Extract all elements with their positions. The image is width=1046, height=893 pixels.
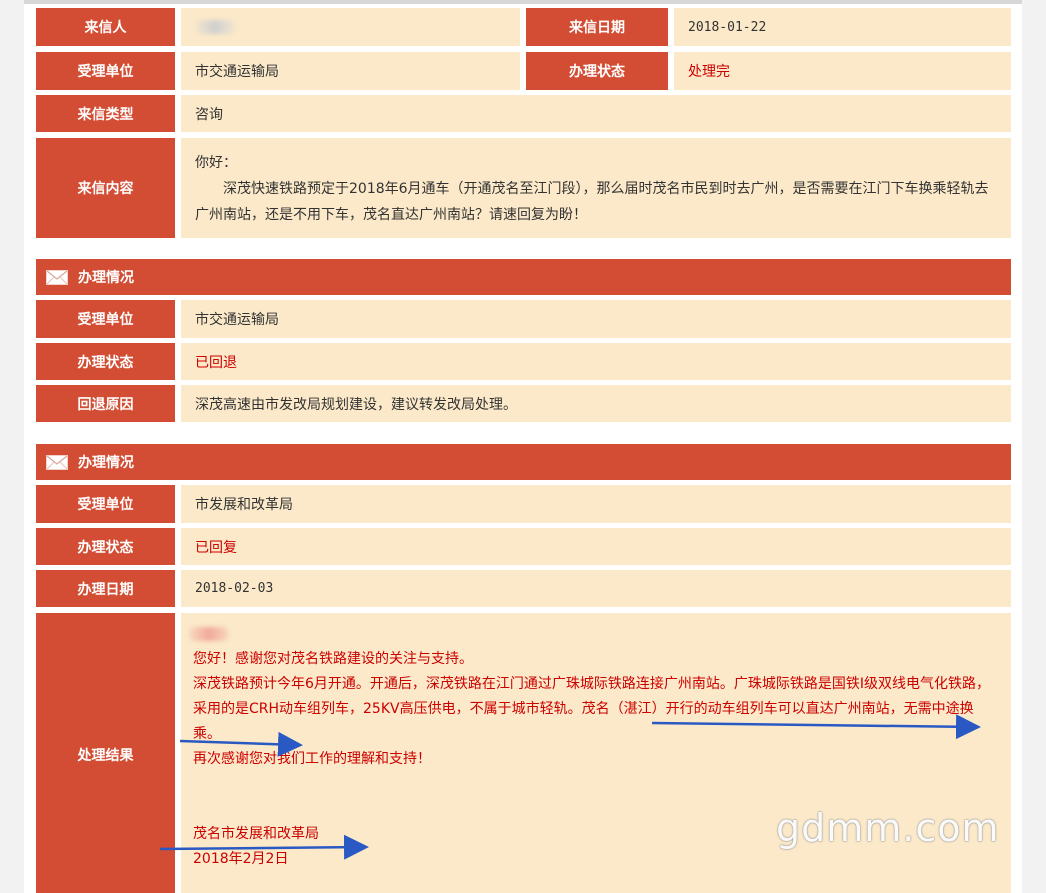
annotation-arrow-3 (159, 834, 369, 860)
watermark: gdmm.com (776, 806, 1000, 850)
annotation-arrows (159, 714, 981, 860)
annotation-arrow-1 (179, 731, 303, 757)
annotation-arrow-2 (651, 714, 981, 740)
